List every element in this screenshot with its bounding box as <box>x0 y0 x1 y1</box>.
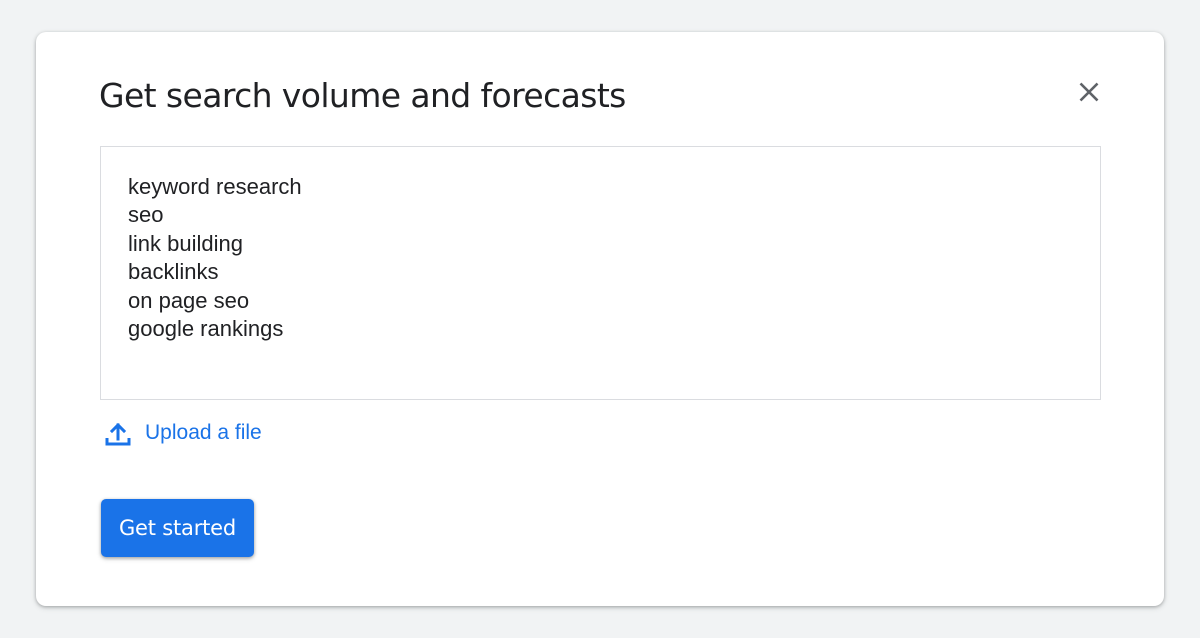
get-started-button[interactable]: Get started <box>101 499 254 557</box>
close-icon <box>1079 82 1099 102</box>
close-button[interactable] <box>1070 73 1108 111</box>
search-volume-dialog: Get search volume and forecasts Upload a… <box>36 32 1164 606</box>
upload-file-link[interactable]: Upload a file <box>103 418 262 448</box>
dialog-title: Get search volume and forecasts <box>99 76 626 115</box>
upload-icon <box>103 418 133 448</box>
upload-file-label: Upload a file <box>145 421 262 444</box>
keywords-input[interactable] <box>100 146 1101 400</box>
